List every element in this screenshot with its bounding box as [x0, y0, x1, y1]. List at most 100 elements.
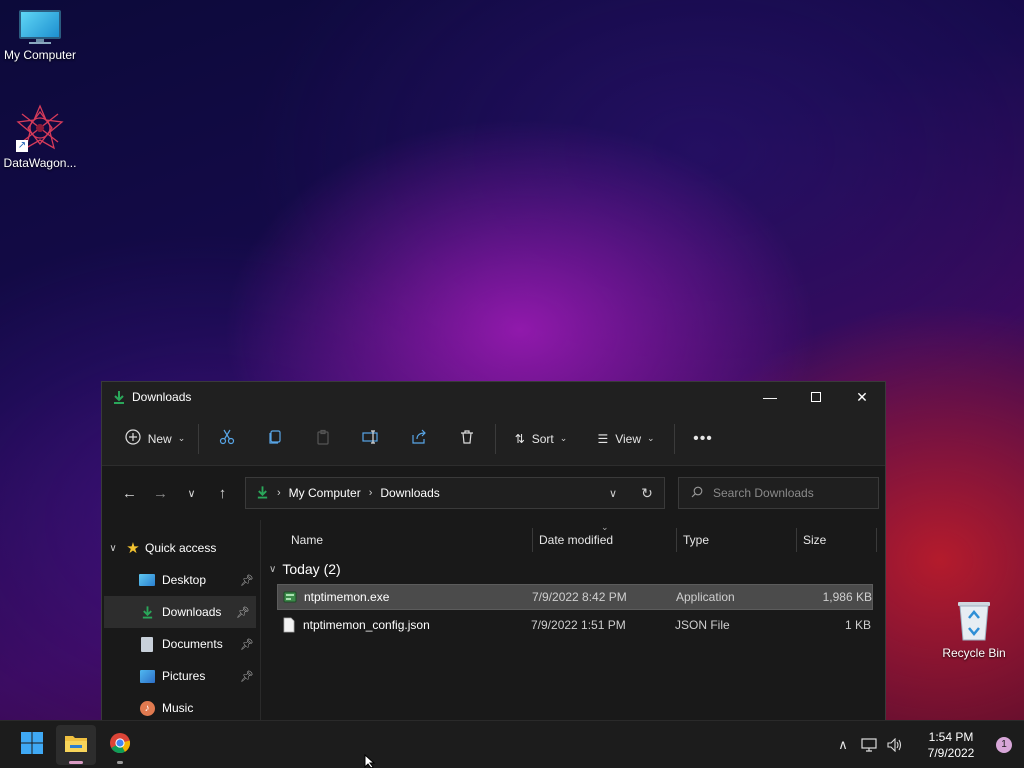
group-header-today[interactable]: ∨ Today (2) — [261, 556, 885, 582]
file-row[interactable]: ntptimemon_config.json 7/9/2022 1:51 PM … — [277, 612, 873, 638]
chevron-down-icon: ⌄ — [647, 433, 655, 443]
cut-button[interactable] — [203, 423, 251, 455]
desktop-icon-label: DataWagon... — [3, 156, 77, 170]
maximize-icon — [811, 392, 821, 402]
plus-circle-icon — [125, 429, 141, 448]
document-file-icon — [281, 617, 297, 633]
taskbar: ∧ 1:54 PM 7/9/2022 1 — [0, 720, 1024, 768]
view-label: View — [615, 431, 641, 446]
navigation-pane: ∨ ★ Quick access Desktop 📌︎ Downloads 📌︎… — [102, 520, 261, 720]
sidebar-item-quick-access[interactable]: ∨ ★ Quick access — [102, 532, 260, 564]
running-indicator — [117, 760, 123, 764]
column-header-size[interactable]: Size — [797, 528, 877, 552]
sidebar-item-documents[interactable]: Documents 📌︎ — [102, 628, 260, 660]
up-button[interactable]: ↑ — [207, 478, 238, 508]
downloads-icon — [138, 604, 156, 620]
pin-icon: 📌︎ — [240, 574, 254, 587]
breadcrumb-separator-icon: › — [277, 487, 281, 499]
minimize-button[interactable]: — — [747, 382, 793, 412]
clock-date: 7/9/2022 — [927, 745, 975, 760]
arrow-right-icon: → — [153, 484, 168, 502]
arrow-up-icon: ↑ — [218, 484, 227, 502]
windows-logo-icon — [20, 731, 44, 758]
title-bar[interactable]: Downloads — ✕ — [102, 382, 885, 412]
window-title: Downloads — [132, 390, 192, 404]
pictures-icon — [138, 668, 156, 684]
desktop-icon-label: Recycle Bin — [942, 646, 1006, 660]
sidebar-item-label: Music — [162, 701, 194, 715]
pin-icon: 📌︎ — [240, 670, 254, 683]
start-button[interactable] — [12, 725, 52, 765]
view-button[interactable]: ☰ View ⌄ — [582, 423, 670, 455]
search-box[interactable] — [678, 477, 879, 509]
shortcut-arrow-icon: ↗ — [16, 140, 28, 152]
minimize-icon: — — [763, 389, 777, 405]
maximize-button[interactable] — [793, 382, 839, 412]
active-indicator — [69, 760, 83, 764]
address-bar[interactable]: › My Computer › Downloads ∨ ↻ — [245, 477, 665, 509]
sidebar-item-desktop[interactable]: Desktop 📌︎ — [102, 564, 260, 596]
toolbar-divider — [674, 423, 675, 454]
refresh-icon[interactable]: ↻ — [630, 485, 664, 502]
desktop-icon-my-computer[interactable]: My Computer — [0, 10, 80, 62]
share-icon — [411, 429, 427, 448]
rename-button[interactable] — [347, 423, 395, 455]
chevron-down-icon: ⌄ — [177, 433, 186, 443]
search-icon — [691, 486, 703, 501]
search-input[interactable] — [713, 486, 863, 500]
sort-button[interactable]: ⇅ Sort ⌄ — [500, 423, 582, 455]
sidebar-item-label: Documents — [162, 637, 223, 651]
close-icon: ✕ — [856, 388, 868, 405]
chevron-down-icon: ⌄ — [559, 433, 568, 443]
delete-button[interactable] — [443, 423, 491, 455]
pin-icon: 📌︎ — [236, 606, 250, 619]
forward-button[interactable]: → — [145, 478, 176, 508]
taskbar-file-explorer[interactable] — [56, 724, 96, 765]
column-header-row: ⌄ Name Date modified Type Size — [261, 522, 885, 556]
breadcrumb-downloads[interactable]: Downloads — [380, 486, 439, 500]
file-explorer-window: Downloads — ✕ New ⌄ ⇅ Sort ⌄ ☰ View ⌄ ••… — [101, 381, 886, 721]
back-button[interactable]: ← — [114, 478, 145, 508]
command-bar: New ⌄ ⇅ Sort ⌄ ☰ View ⌄ ••• — [102, 412, 885, 466]
network-icon[interactable] — [856, 737, 882, 752]
file-type: JSON File — [675, 618, 730, 632]
notification-badge[interactable]: 1 — [996, 736, 1012, 753]
scissors-icon — [219, 429, 235, 448]
breadcrumb-my-computer[interactable]: My Computer — [289, 486, 361, 500]
new-label: New — [147, 431, 172, 446]
content-area: ∨ ★ Quick access Desktop 📌︎ Downloads 📌︎… — [102, 520, 885, 720]
address-dropdown-icon[interactable]: ∨ — [596, 487, 630, 500]
share-button[interactable] — [395, 423, 443, 455]
recent-locations-button[interactable]: ∨ — [176, 478, 207, 508]
paste-button[interactable] — [299, 423, 347, 455]
chrome-icon — [109, 732, 131, 757]
clock-time: 1:54 PM — [928, 729, 974, 744]
close-button[interactable]: ✕ — [839, 382, 885, 412]
recycle-bin-icon — [955, 598, 993, 642]
desktop-icon-recycle-bin[interactable]: Recycle Bin — [934, 598, 1014, 660]
sidebar-item-downloads[interactable]: Downloads 📌︎ — [104, 596, 256, 628]
file-row[interactable]: ntptimemon.exe 7/9/2022 8:42 PM Applicat… — [277, 584, 873, 610]
clock[interactable]: 1:54 PM 7/9/2022 — [908, 729, 994, 761]
taskbar-chrome[interactable] — [100, 725, 140, 765]
downloads-icon — [256, 485, 269, 502]
sort-icon: ⇅ — [514, 431, 525, 446]
sort-label: Sort — [531, 431, 554, 446]
address-row: ← → ∨ ↑ › My Computer › Downloads ∨ ↻ — [102, 466, 885, 520]
chevron-down-icon[interactable]: ∨ — [269, 564, 276, 575]
group-label: Today (2) — [282, 561, 341, 577]
more-options-button[interactable]: ••• — [679, 423, 727, 455]
chevron-down-icon[interactable]: ∨ — [102, 543, 124, 554]
volume-icon[interactable] — [882, 737, 908, 752]
sidebar-item-pictures[interactable]: Pictures 📌︎ — [102, 660, 260, 692]
sidebar-item-label: Downloads — [162, 605, 222, 619]
desktop-icon-datawagon[interactable]: ↗ DataWagon... — [0, 104, 80, 170]
copy-button[interactable] — [251, 423, 299, 455]
column-header-type[interactable]: Type — [677, 528, 797, 552]
new-button[interactable]: New ⌄ — [116, 423, 194, 455]
column-header-name[interactable]: Name — [261, 528, 533, 552]
music-icon: ♪ — [138, 700, 156, 716]
file-type: Application — [676, 590, 735, 604]
show-hidden-icons-button[interactable]: ∧ — [830, 737, 856, 753]
sidebar-item-music[interactable]: ♪ Music — [102, 692, 260, 720]
